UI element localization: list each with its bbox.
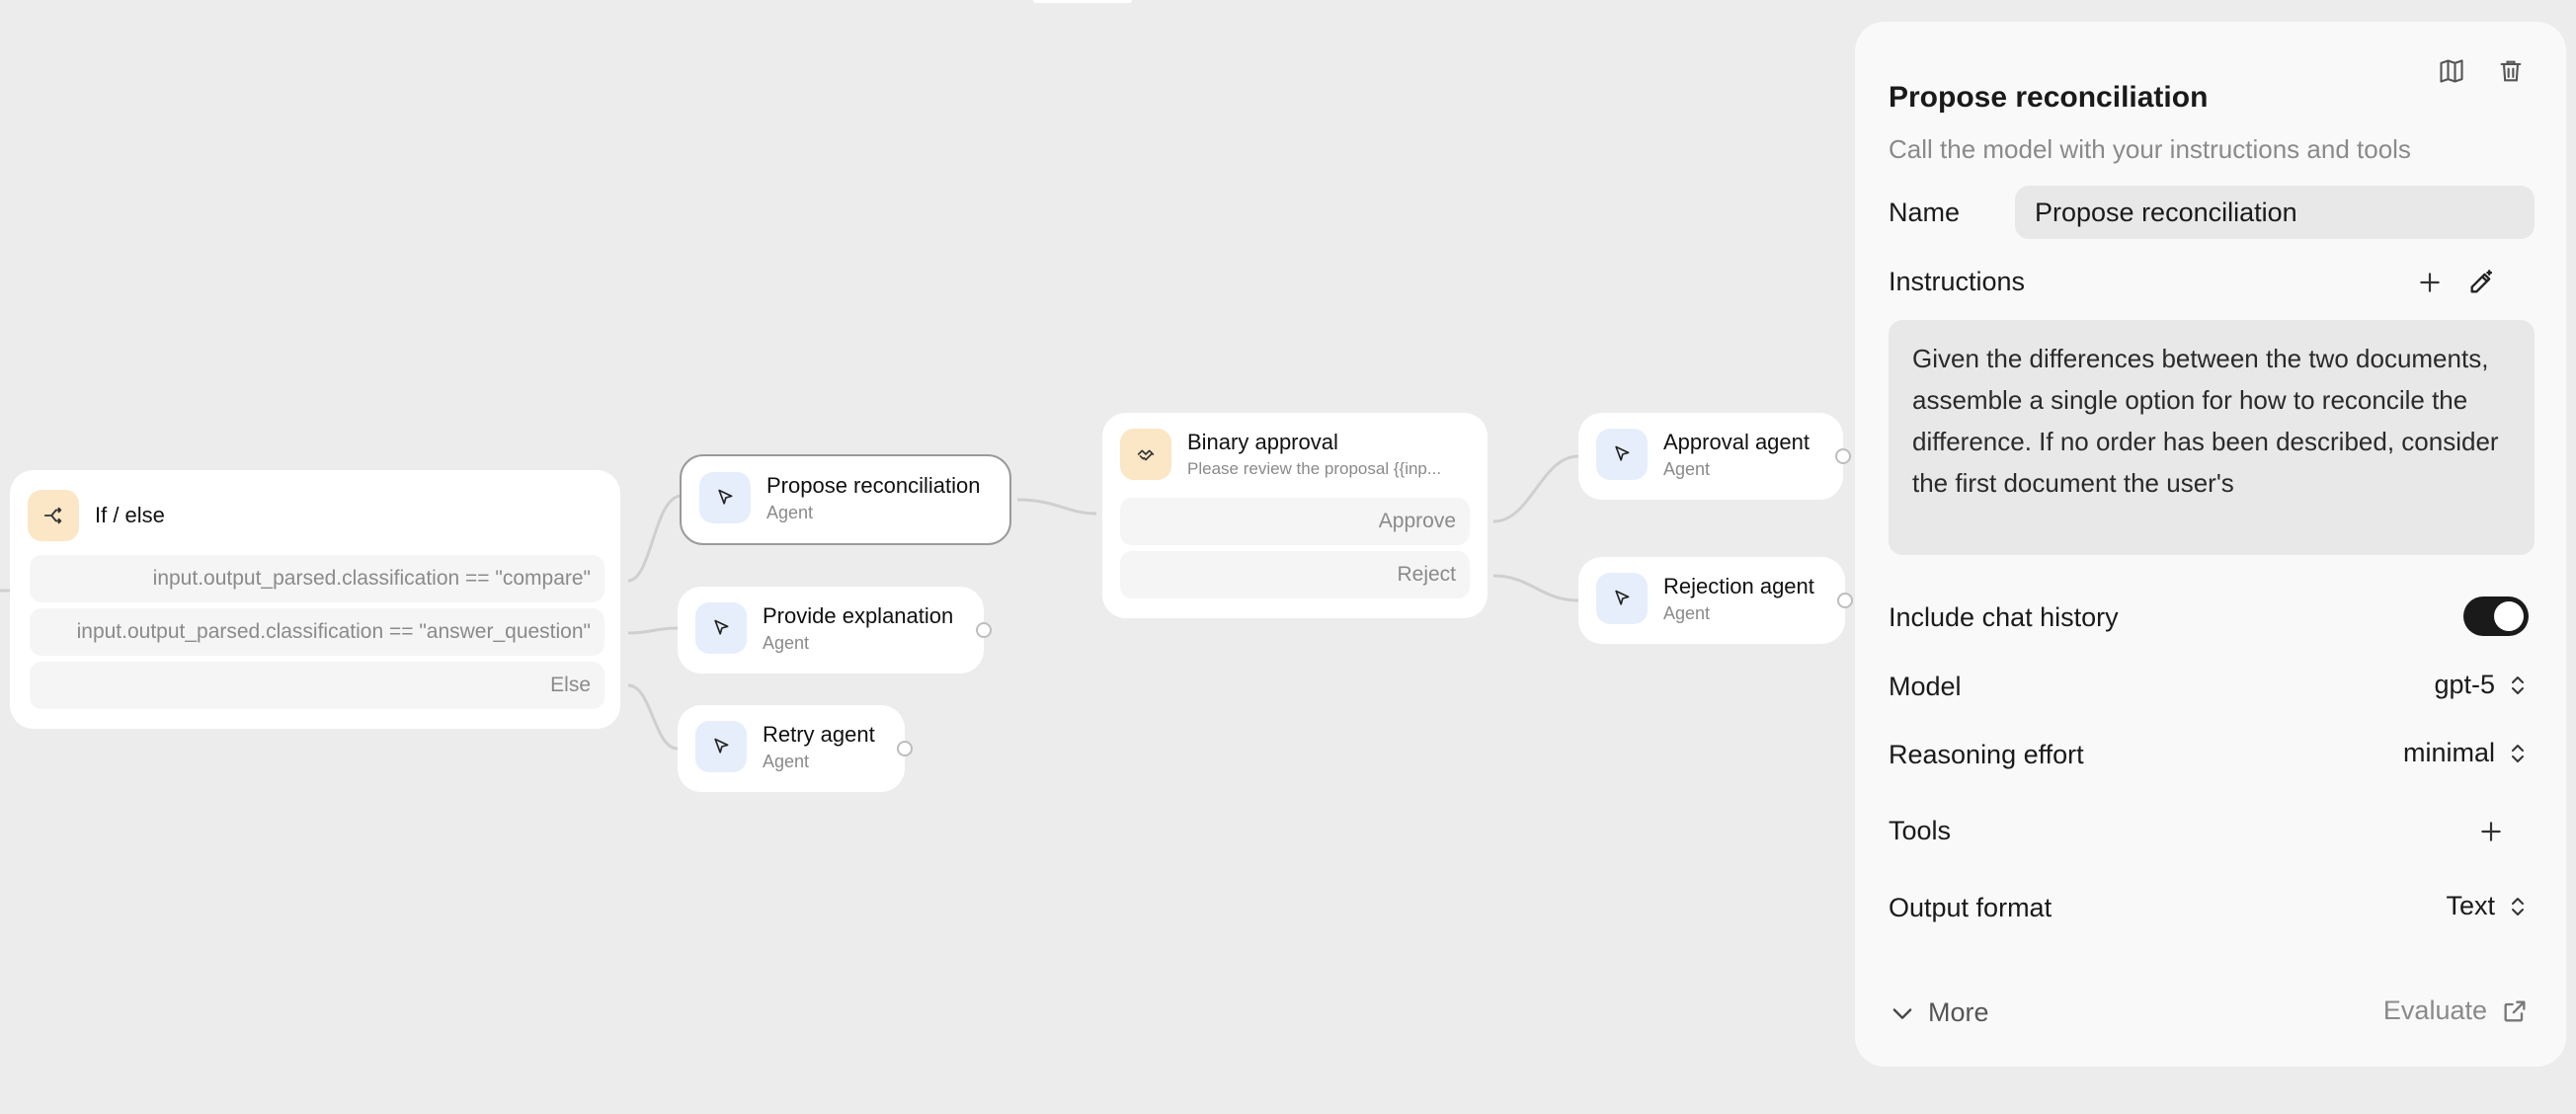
evaluate-link[interactable]: Evaluate — [2383, 995, 2529, 1026]
chevron-up-down-icon — [2512, 897, 2524, 915]
node-subtitle: Agent — [766, 502, 814, 522]
trash-icon[interactable] — [2491, 51, 2531, 91]
book-icon[interactable] — [2432, 51, 2471, 91]
output-port[interactable] — [1835, 448, 1851, 464]
reasoning-effort-label: Reasoning effort — [1889, 740, 2084, 769]
model-value: gpt-5 — [2434, 670, 2495, 699]
output-port[interactable] — [897, 741, 913, 756]
if-else-node[interactable]: If / else input.output_parsed.classifica… — [10, 470, 620, 729]
agent-node-rejection[interactable]: Rejection agent Agent — [1578, 557, 1853, 644]
cursor-arrow-icon — [699, 472, 751, 523]
tools-label: Tools — [1889, 816, 1952, 845]
cursor-arrow-icon — [695, 721, 747, 772]
model-select[interactable]: gpt-5 — [2434, 670, 2527, 700]
instructions-textarea[interactable]: Given the differences between the two do… — [1889, 320, 2535, 555]
node-title: Binary approval — [1187, 430, 1338, 454]
condition-row[interactable]: input.output_parsed.classification == "a… — [30, 608, 604, 656]
cursor-arrow-icon — [1596, 573, 1648, 624]
evaluate-label: Evaluate — [2382, 995, 2487, 1025]
wire-approve-to-approval-agent — [1492, 454, 1579, 523]
output-format-select[interactable]: Text — [2446, 891, 2527, 921]
cursor-arrow-icon — [1596, 429, 1648, 480]
agent-node-propose-reconciliation[interactable]: Propose reconciliation Agent — [680, 454, 1011, 545]
agent-node-retry[interactable]: Retry agent Agent — [678, 705, 913, 792]
agent-node-provide-explanation[interactable]: Provide explanation Agent — [678, 587, 992, 674]
model-label: Model — [1889, 672, 1962, 701]
node-subtitle: Agent — [1663, 458, 1711, 479]
output-port[interactable] — [976, 622, 992, 638]
if-else-title: If / else — [95, 503, 165, 527]
wire-else-to-retry — [627, 683, 679, 751]
output-format-value: Text — [2446, 891, 2495, 920]
chevron-up-down-icon — [2512, 676, 2524, 694]
node-subtitle: Please review the proposal {{inp... — [1187, 459, 1442, 478]
node-title: Provide explanation — [763, 602, 954, 628]
node-subtitle: Agent — [1663, 602, 1711, 623]
plus-icon[interactable] — [2471, 812, 2511, 851]
cursor-arrow-icon — [695, 602, 747, 654]
magic-pen-icon[interactable] — [2461, 263, 2501, 302]
chevron-up-down-icon — [2512, 744, 2524, 762]
branch-icon — [28, 490, 79, 541]
reject-option[interactable]: Reject — [1120, 551, 1470, 598]
node-title: Approval agent — [1663, 429, 1810, 454]
wire-reject-to-rejection-agent — [1492, 574, 1579, 602]
more-toggle[interactable]: More — [1889, 997, 1989, 1028]
reasoning-effort-value: minimal — [2402, 738, 2495, 767]
instructions-label: Instructions — [1889, 267, 2026, 296]
binary-approval-node[interactable]: Binary approval Please review the propos… — [1102, 413, 1488, 618]
node-title: Retry agent — [763, 721, 875, 747]
hands-icon — [1120, 429, 1171, 480]
external-link-icon — [2504, 1000, 2526, 1021]
node-settings-panel: Propose reconciliation Call the model wi… — [1855, 22, 2566, 1067]
agent-node-approval[interactable]: Approval agent Agent — [1578, 413, 1851, 500]
chat-history-toggle[interactable] — [2463, 597, 2529, 636]
wire-answer-to-explain — [627, 626, 679, 635]
name-label: Name — [1889, 198, 1961, 227]
name-input[interactable] — [2015, 186, 2535, 239]
chat-history-label: Include chat history — [1889, 602, 2119, 632]
panel-title: Propose reconciliation — [1889, 81, 2209, 114]
toggle-knob — [2494, 601, 2524, 631]
node-subtitle: Agent — [763, 632, 810, 653]
else-row[interactable]: Else — [30, 662, 604, 709]
wire-propose-to-approval — [1016, 498, 1097, 516]
node-title: Rejection agent — [1663, 573, 1814, 598]
output-port[interactable] — [1837, 593, 1853, 608]
approve-option[interactable]: Approve — [1120, 498, 1470, 545]
output-format-label: Output format — [1889, 893, 2053, 922]
more-label: More — [1928, 997, 1989, 1027]
node-subtitle: Agent — [763, 751, 810, 771]
condition-row[interactable]: input.output_parsed.classification == "c… — [30, 555, 604, 602]
plus-icon[interactable] — [2410, 263, 2450, 302]
node-title: Propose reconciliation — [766, 472, 981, 498]
panel-description: Call the model with your instructions an… — [1889, 134, 2411, 164]
wire-compare-to-propose — [627, 494, 683, 583]
reasoning-effort-select[interactable]: minimal — [2403, 738, 2527, 768]
chevron-down-icon — [1892, 1007, 1912, 1019]
